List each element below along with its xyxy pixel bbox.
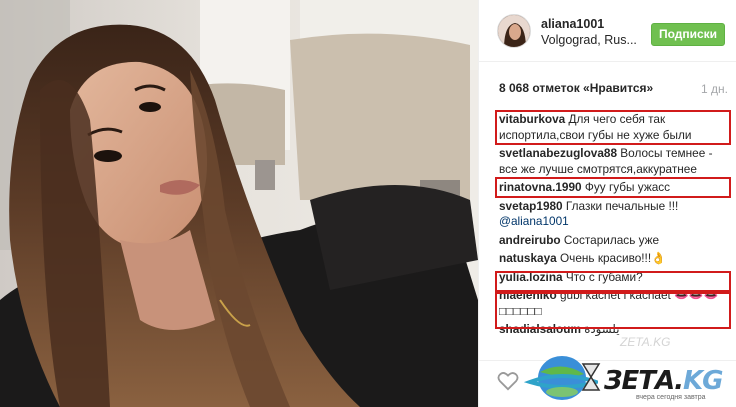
comment-text: Состарилась уже (560, 232, 660, 247)
post-username[interactable]: aliana1001 (541, 17, 604, 31)
comment-username[interactable]: svetap1980 (499, 199, 563, 213)
comment-username[interactable]: natuskaya (499, 251, 557, 265)
highlight-box (495, 292, 731, 329)
faint-watermark-text: ZETA.KG (620, 335, 671, 349)
logo-wordmark: ЗЕТА.KG (604, 366, 723, 396)
highlight-box (495, 271, 731, 292)
follow-button[interactable]: Подписки (651, 23, 725, 46)
comment-item: svetap1980 Глазки печальные !!! @aliana1… (499, 199, 731, 230)
comment-text: Глазки печальные !!! (562, 198, 679, 213)
comment-item: svetlanabezuglova88 Волосы темнее - все … (499, 146, 731, 177)
post-header: aliana1001 Volgograd, Rus... Подписки (479, 0, 736, 62)
logo-main: ЗЕТА. (604, 366, 684, 396)
hourglass-icon (581, 363, 601, 391)
comment-mention[interactable]: @aliana1001 (499, 214, 569, 228)
comment-text: Очень красиво!!!👌 (556, 251, 666, 265)
comment-item: andreirubo Состарилась уже (499, 233, 731, 249)
logo-tagline: вчера сегодня завтра (636, 394, 706, 401)
post-time[interactable]: 1 дн. (701, 82, 728, 96)
post-location[interactable]: Volgograd, Rus... (541, 33, 637, 47)
comment-username[interactable]: svetlanabezuglova88 (499, 146, 617, 160)
logo-kg: KG (682, 366, 723, 396)
post-sidebar: aliana1001 Volgograd, Rus... Подписки 8 … (478, 0, 736, 407)
comment-item: natuskaya Очень красиво!!!👌 (499, 251, 731, 267)
highlight-box (495, 177, 731, 198)
avatar[interactable] (497, 14, 531, 48)
comment-username[interactable]: andreirubo (499, 233, 561, 247)
likes-count[interactable]: 8 068 отметок «Нравится» (499, 81, 653, 95)
zeta-logo: ЗЕТА.KG вчера сегодня завтра (518, 352, 736, 407)
post-photo[interactable] (0, 0, 478, 407)
highlight-box (495, 110, 731, 145)
heart-outline-icon[interactable] (497, 371, 519, 391)
